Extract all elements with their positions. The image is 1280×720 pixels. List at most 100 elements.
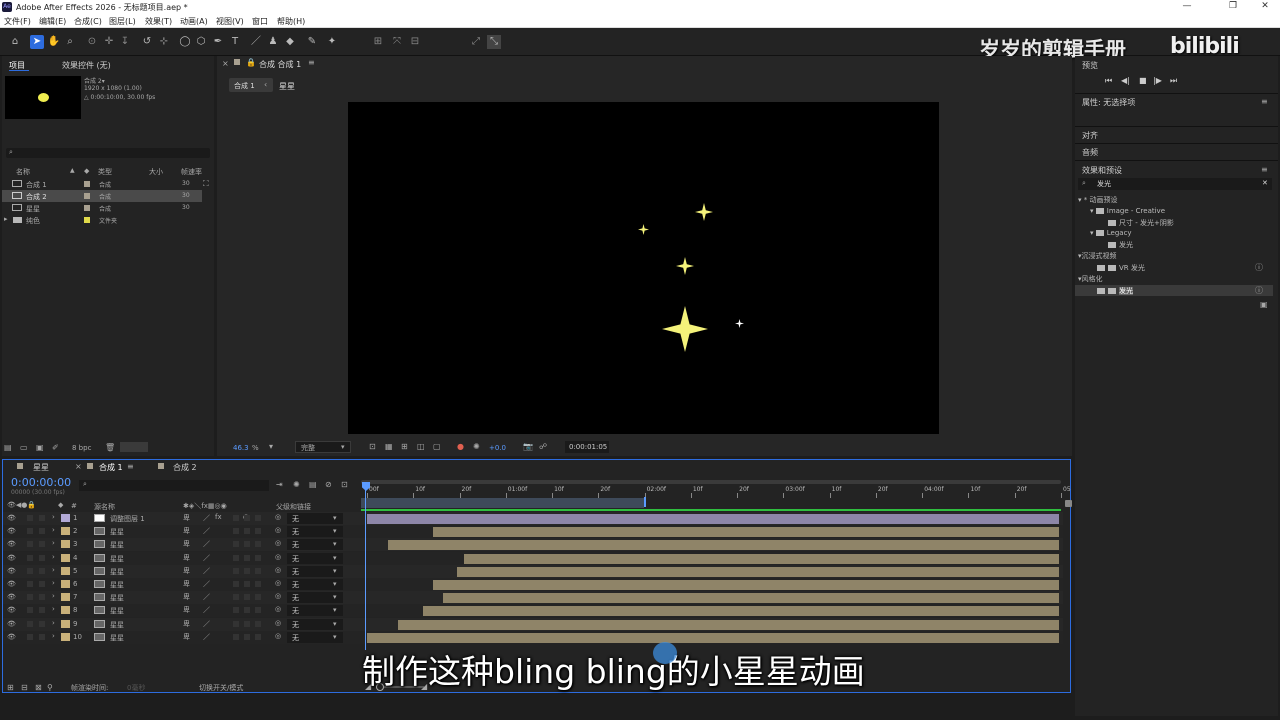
clear-search-icon[interactable]: ✕ <box>1262 179 1268 187</box>
parent-select[interactable]: 无 ▾ <box>287 631 343 643</box>
quality-switch-icon[interactable]: ／ <box>203 632 210 642</box>
project-folder[interactable]: ▸ 纯色 文件夹 <box>2 214 214 226</box>
timeline-tab-stars[interactable]: 星星 <box>33 462 49 473</box>
first-frame-icon[interactable]: ⏮ <box>1105 76 1112 86</box>
eye-icon[interactable]: 👁 <box>7 620 16 628</box>
column-parent[interactable]: 父级和链接 <box>276 502 311 512</box>
layer-label-color[interactable] <box>61 514 70 522</box>
project-item[interactable]: 合成 1 合成 30 ⛶ <box>2 178 214 190</box>
flowchart-icon[interactable]: ⛶ <box>203 179 209 189</box>
solo-switch[interactable] <box>27 528 33 535</box>
expand-arrow-icon[interactable]: › <box>52 539 55 547</box>
effects-search-input[interactable]: ⌕ 发光 ✕ <box>1078 178 1272 190</box>
new-folder-icon[interactable]: ▭ <box>20 443 28 452</box>
column-type[interactable]: 类型 <box>98 167 112 177</box>
pick-whip-icon[interactable]: ◎ <box>275 513 281 521</box>
pick-whip-icon[interactable]: ◎ <box>275 619 281 627</box>
next-frame-icon[interactable]: |▶︎ <box>1153 76 1162 85</box>
quality-switch-icon[interactable]: ／ <box>203 566 210 576</box>
effects-presets-label[interactable]: 效果和预设 <box>1082 165 1122 176</box>
project-item[interactable]: 星星 合成 30 <box>2 202 214 214</box>
menu-effect[interactable]: 效果(T) <box>145 16 172 27</box>
eye-icon[interactable]: 👁 <box>7 580 16 588</box>
close-tab-icon[interactable]: × <box>222 59 229 68</box>
quality-switch-icon[interactable]: ／ <box>203 605 210 615</box>
timeline-tab-comp2[interactable]: 合成 2 <box>173 462 197 473</box>
layer-label-color[interactable] <box>61 632 70 641</box>
project-search-input[interactable]: ⌕ <box>6 148 210 158</box>
menu-layer[interactable]: 图层(L) <box>109 16 136 27</box>
expand-arrow-icon[interactable]: › <box>52 632 55 640</box>
current-time-display[interactable]: 0:00:01:05 <box>565 441 609 453</box>
panel-menu-icon[interactable]: ≡ <box>127 462 134 471</box>
snap-icon-3[interactable]: ⊟ <box>408 35 422 49</box>
layer-duration-bar[interactable] <box>432 580 1059 590</box>
shy-switch-icon[interactable]: 卑 <box>183 513 190 523</box>
shy-switch-icon[interactable]: 卑 <box>183 539 190 549</box>
timeline-tab-comp1[interactable]: 合成 1 <box>99 462 123 473</box>
shy-switch-icon[interactable]: 卑 <box>183 553 190 563</box>
roto-brush-icon[interactable]: ✎ <box>305 35 319 49</box>
lock-switch[interactable] <box>39 528 45 535</box>
footer-icon-3[interactable]: ⊠ <box>35 683 42 692</box>
comp-tab[interactable]: 合成 合成 1 <box>259 59 301 70</box>
footer-icon-4[interactable]: ⚲ <box>47 683 53 692</box>
ellipse-tool-icon[interactable]: ◯ <box>178 35 192 49</box>
color-management-icon[interactable]: ✺ <box>473 442 480 451</box>
pen-tool-icon[interactable]: ✒ <box>211 35 225 49</box>
pick-whip-icon[interactable]: ◎ <box>275 632 281 640</box>
pick-whip-icon[interactable]: ◎ <box>275 605 281 613</box>
zoom-value[interactable]: 46.3 <box>233 444 249 452</box>
composition-viewer[interactable] <box>348 102 939 434</box>
menu-animation[interactable]: 动画(A) <box>180 16 208 27</box>
layer-label-color[interactable] <box>61 566 70 575</box>
menu-file[interactable]: 文件(F) <box>4 16 31 27</box>
expand-arrow-icon[interactable]: › <box>52 592 55 600</box>
pan-camera-icon[interactable]: ✛ <box>102 35 116 49</box>
lock-switch[interactable] <box>39 554 45 561</box>
quality-switch-icon[interactable]: ／ <box>203 539 210 549</box>
pick-whip-icon[interactable]: ◎ <box>275 579 281 587</box>
timeline-timecode[interactable]: 0:00:00:00 <box>11 476 71 489</box>
fx-switch-icon[interactable]: fx <box>215 513 222 521</box>
panel-menu-icon[interactable]: ≡ <box>308 58 315 67</box>
column-source-name[interactable]: 源名称 <box>94 502 115 512</box>
layer-duration-bar[interactable] <box>367 632 1059 643</box>
expand-arrow-icon[interactable]: › <box>52 553 55 561</box>
work-area-end-handle[interactable] <box>1065 500 1072 507</box>
eye-icon[interactable]: 👁 <box>7 554 16 562</box>
eye-icon[interactable]: 👁 <box>7 514 16 522</box>
tree-leaf[interactable]: VR 发光 <box>1097 263 1145 273</box>
eye-icon[interactable]: 👁 <box>7 593 16 601</box>
tree-node[interactable]: ▾风格化 <box>1078 274 1103 284</box>
quality-switch-icon[interactable]: ／ <box>203 592 210 602</box>
lock-switch[interactable] <box>39 581 45 587</box>
parent-select[interactable]: 无 ▾ <box>287 592 343 604</box>
interpret-footage-icon[interactable]: ▤ <box>4 443 12 452</box>
project-settings-icon[interactable]: ✐ <box>52 443 59 452</box>
eye-icon[interactable]: 👁 <box>7 633 16 641</box>
roi-icon[interactable]: ⊡ <box>369 442 376 451</box>
expand-arrow-icon[interactable]: › <box>52 605 55 613</box>
solo-switch[interactable] <box>27 594 33 601</box>
pick-whip-icon[interactable]: ◎ <box>275 539 281 547</box>
shy-switch-icon[interactable]: 卑 <box>183 632 190 642</box>
eye-icon[interactable]: 👁 <box>7 606 16 614</box>
label-column-icon[interactable]: ◆ <box>84 167 89 175</box>
lock-switch[interactable] <box>39 515 45 521</box>
hand-tool-icon[interactable]: ✋ <box>47 35 61 49</box>
exposure-value[interactable]: +0.0 <box>489 444 506 452</box>
show-snapshot-icon[interactable]: ☍ <box>539 442 547 451</box>
column-name[interactable]: 名称 <box>16 167 30 177</box>
shy-switch-icon[interactable]: 卑 <box>183 592 190 602</box>
bpc-label[interactable]: 8 bpc <box>72 444 91 452</box>
trash-icon[interactable]: 🗑 <box>105 443 115 452</box>
snap-icon-5[interactable]: ⤡ <box>487 35 501 49</box>
layer-label-color[interactable] <box>61 619 70 628</box>
info-icon[interactable]: ⓘ <box>1255 262 1263 273</box>
lock-icon[interactable]: 🔒 <box>246 58 256 67</box>
sort-up-icon[interactable]: ▲ <box>70 167 75 174</box>
last-frame-icon[interactable]: ⏭ <box>1170 76 1177 86</box>
layer-label-color[interactable] <box>61 527 70 536</box>
quality-switch-icon[interactable]: ／ <box>203 619 210 629</box>
